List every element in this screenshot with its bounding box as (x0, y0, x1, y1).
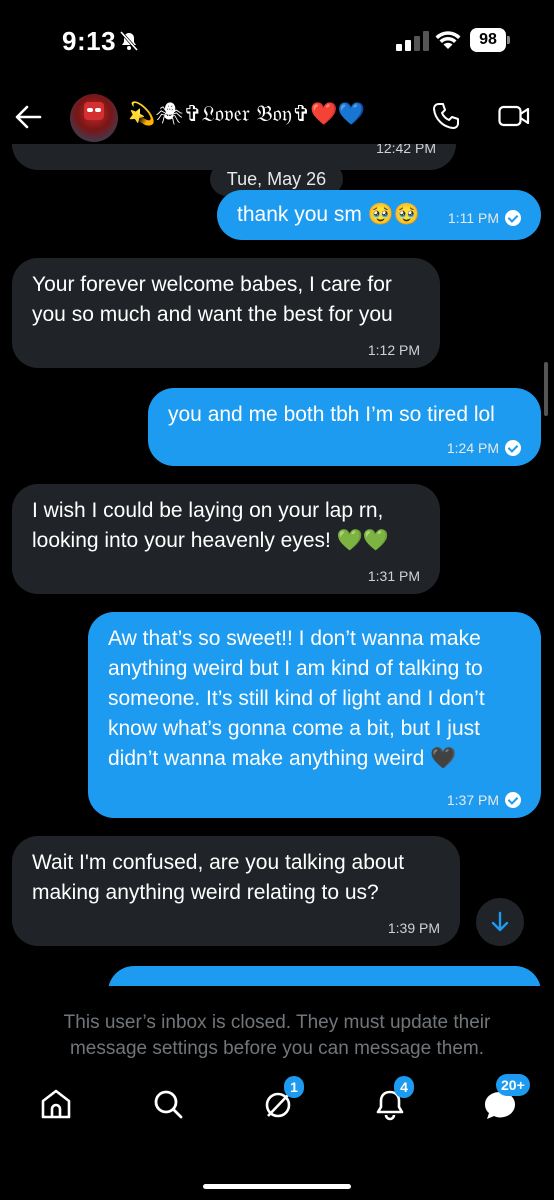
video-call-icon[interactable] (498, 104, 530, 128)
message-text: you and me both tbh I’m so tired lol (168, 403, 495, 426)
message-bubble-received[interactable]: Your forever welcome babes, I care for y… (12, 258, 440, 368)
message-meta: 1:11 PM (448, 210, 521, 226)
message-timestamp: 1:31 PM (367, 568, 420, 584)
status-time: 9:13 (62, 26, 117, 56)
message-timestamp: 12:42 PM (376, 144, 436, 156)
message-meta: 1:39 PM (388, 920, 440, 936)
bell-off-icon (119, 31, 139, 51)
read-check-icon (505, 440, 521, 456)
inbox-closed-notice: This user’s inbox is closed. They must u… (63, 1012, 491, 1059)
message-bubble-sent[interactable]: thank you sm 🥹🥹 1:11 PM (217, 190, 541, 240)
message-time: 12:42 PM (376, 144, 436, 156)
message-text: Aw that’s so sweet!! I don’t wanna make … (108, 627, 485, 770)
message-meta: 1:37 PM (447, 792, 521, 808)
read-check-icon (505, 792, 521, 808)
message-text: Your forever welcome babes, I care for y… (32, 273, 393, 326)
message-bubble-sent[interactable]: Aw that’s so sweet!! I don’t wanna make … (88, 612, 541, 818)
battery-indicator: 98 (470, 28, 510, 52)
status-bar: 9:13 98 (0, 0, 554, 88)
message-timestamp: 1:24 PM (446, 440, 499, 456)
home-indicator[interactable] (203, 1184, 351, 1189)
cellular-signal-icon (396, 31, 429, 51)
message-bubble-received[interactable]: I wish I could be laying on your lap rn,… (12, 484, 440, 594)
message-meta: 1:31 PM (368, 568, 420, 584)
home-icon[interactable] (36, 1084, 76, 1124)
bottom-tab-bar: 1 4 20+ (0, 1074, 554, 1154)
message-meta: 1:12 PM (368, 342, 420, 358)
message-timestamp: 1:11 PM (447, 210, 499, 226)
phone-icon[interactable] (432, 102, 460, 130)
grok-tab[interactable]: 1 (258, 1076, 304, 1124)
scroll-to-bottom-button[interactable] (476, 898, 524, 946)
message-text: Wait I'm confused, are you talking about… (32, 851, 405, 904)
avatar[interactable] (70, 94, 118, 142)
conversation-header: 💫🕷✞𝔏𝔬𝔳𝔢𝔯 𝔅𝔬𝔶✞❤️💙 (0, 88, 554, 144)
messages-badge: 20+ (496, 1074, 530, 1096)
notifications-badge: 4 (394, 1076, 414, 1098)
read-check-icon (505, 210, 521, 226)
battery-tip (507, 36, 510, 44)
message-timestamp: 1:37 PM (446, 792, 499, 808)
avatar-eye (87, 108, 93, 112)
message-text: I wish I could be laying on your lap rn,… (32, 499, 389, 552)
scrollbar-thumb[interactable] (544, 362, 548, 416)
message-bubble-received[interactable]: Wait I'm confused, are you talking about… (12, 836, 460, 946)
battery-level: 98 (470, 28, 506, 52)
wifi-icon (435, 31, 461, 49)
message-meta: 1:24 PM (447, 440, 521, 456)
message-bubble-sent-partial[interactable] (108, 966, 541, 986)
notifications-tab[interactable]: 4 (370, 1076, 414, 1124)
search-icon[interactable] (148, 1084, 188, 1124)
grok-badge: 1 (284, 1076, 304, 1098)
message-list[interactable]: 12:42 PM Tue, May 26 thank you sm 🥹🥹 1:1… (0, 144, 554, 986)
message-timestamp: 1:39 PM (387, 920, 440, 936)
message-timestamp: 1:12 PM (367, 342, 420, 358)
messages-tab[interactable]: 20+ (480, 1074, 530, 1124)
avatar-eye (95, 108, 101, 112)
message-bubble-sent[interactable]: you and me both tbh I’m so tired lol 1:2… (148, 388, 541, 466)
back-arrow-icon[interactable] (14, 104, 42, 130)
contact-name[interactable]: 💫🕷✞𝔏𝔬𝔳𝔢𝔯 𝔅𝔬𝔶✞❤️💙 (128, 102, 365, 127)
arrow-down-icon (491, 911, 509, 932)
